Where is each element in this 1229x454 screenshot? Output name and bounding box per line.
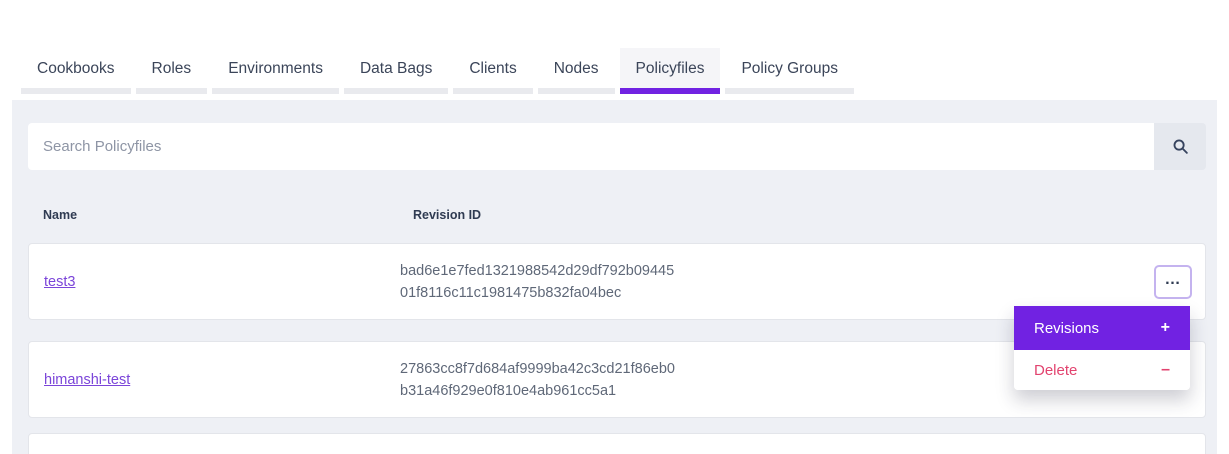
tab-policy-groups[interactable]: Policy Groups [725,48,853,94]
tab-roles[interactable]: Roles [136,48,208,94]
menu-item-delete[interactable]: Delete – [1014,350,1190,390]
search-icon [1172,138,1189,155]
tab-policyfiles[interactable]: Policyfiles [620,48,721,94]
tab-clients[interactable]: Clients [453,48,532,94]
revision-id-line: bad6e1e7fed1321988542d29df792b09445 [400,260,674,282]
policyfiles-panel: Name Revision ID test3 bad6e1e7fed132198… [12,100,1217,454]
policyfile-link-himanshi-test[interactable]: himanshi-test [44,372,130,388]
revision-id-cell: 27863cc8f7d684af9999ba42c3cd21f86eb0 b31… [400,358,675,402]
revision-id-line: 01f8116c11c1981475b832fa04bec [400,282,674,304]
policyfile-link-test3[interactable]: test3 [44,274,75,290]
revision-id-line: 27863cc8f7d684af9999ba42c3cd21f86eb0 [400,358,675,380]
tab-nodes[interactable]: Nodes [538,48,615,94]
search-bar [28,123,1206,170]
plus-icon: + [1161,319,1170,337]
name-cell: test3 [29,273,400,291]
search-input[interactable] [28,123,1154,170]
table-row-partial [28,433,1206,454]
tab-bar: Cookbooks Roles Environments Data Bags C… [21,48,859,94]
revision-id-line: b31a46f929e0f810e4ab961cc5a1 [400,380,675,402]
row-actions-menu-button[interactable]: … [1154,265,1192,299]
row-context-menu: Revisions + Delete – [1014,306,1190,390]
minus-icon: – [1161,361,1170,379]
column-header-name: Name [43,208,77,222]
name-cell: himanshi-test [29,371,400,389]
revision-id-cell: bad6e1e7fed1321988542d29df792b09445 01f8… [400,260,674,304]
menu-item-revisions[interactable]: Revisions + [1014,306,1190,350]
table-header: Name Revision ID [12,208,1217,226]
tab-cookbooks[interactable]: Cookbooks [21,48,131,94]
column-header-revision-id: Revision ID [413,208,481,222]
menu-item-label: Revisions [1034,320,1099,337]
tab-environments[interactable]: Environments [212,48,339,94]
tab-data-bags[interactable]: Data Bags [344,48,448,94]
menu-item-label: Delete [1034,362,1077,379]
search-button[interactable] [1154,123,1206,170]
